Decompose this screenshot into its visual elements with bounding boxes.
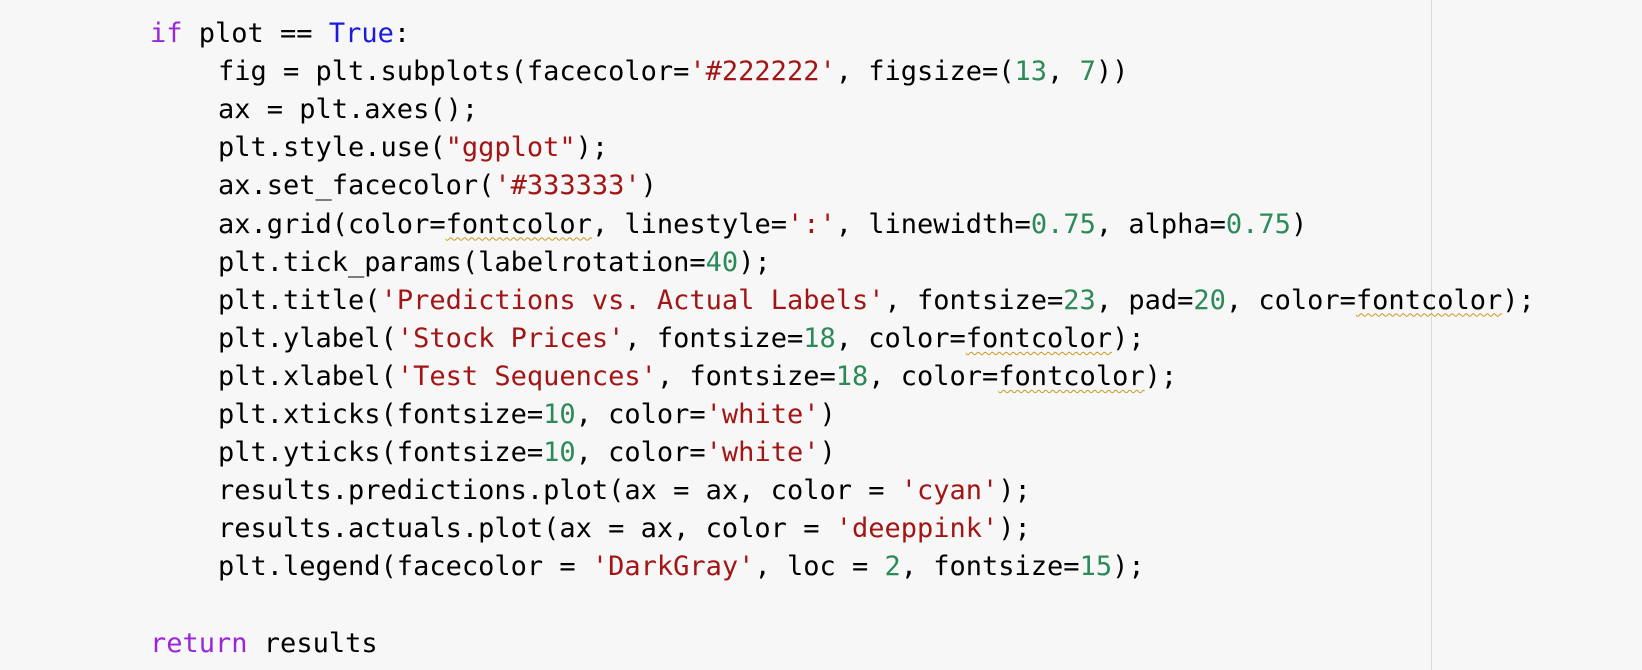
code-token: ax = plt.axes(); [218,94,479,126]
code-token: 'DarkGray' [591,551,755,583]
code-token: "ggplot" [445,132,576,164]
code-token: , fontsize= [884,284,1064,316]
code-token: , linestyle= [591,208,787,240]
code-token: 40 [705,246,739,278]
code-line-9[interactable]: plt.ylabel('Stock Prices', fontsize=18, … [218,320,1145,358]
warning-squiggle-token: fontcolor [965,322,1113,354]
code-token: plt.xlabel( [218,360,397,392]
code-token: ) [819,399,836,430]
code-token: , color= [575,437,706,469]
code-line-17[interactable]: return results [150,625,378,663]
code-token: 'Predictions vs. Actual Labels' [380,284,885,316]
code-token: , fontsize= [900,551,1080,583]
code-token: plt.tick_params(labelrotation= [218,246,706,278]
warning-squiggle-token: fontcolor [1355,284,1503,316]
code-token: , pad= [1095,284,1194,316]
code-token: 0.75 [1030,208,1096,240]
code-token: 0.75 [1225,208,1291,240]
code-token: , alpha= [1095,208,1226,240]
code-token: if [150,18,183,49]
code-token: )) [1095,56,1129,88]
code-token: 7 [1079,56,1096,88]
code-token: , color= [835,322,966,354]
code-token: , color= [575,399,706,430]
code-token: 13 [1014,56,1048,88]
code-token: plot == [182,18,329,49]
code-line-15[interactable]: plt.legend(facecolor = 'DarkGray', loc =… [218,548,1145,586]
code-line-10[interactable]: plt.xlabel('Test Sequences', fontsize=18… [218,358,1177,396]
warning-squiggle-token: fontcolor [998,360,1145,392]
code-token: results [247,627,378,659]
code-line-13[interactable]: results.predictions.plot(ax = ax, color … [218,472,1031,510]
code-token: , loc = [754,551,885,583]
column-ruler [1431,0,1432,670]
code-line-5[interactable]: ax.set_facecolor('#333333') [218,167,657,205]
code-line-12[interactable]: plt.yticks(fontsize=10, color='white') [218,434,836,472]
code-line-11[interactable]: plt.xticks(fontsize=10, color='white') [218,396,836,434]
code-token: , color= [868,360,999,392]
code-token: plt.style.use( [218,132,446,164]
code-token: ); [998,475,1031,507]
code-token: 'cyan' [900,475,999,507]
code-token: plt.xticks(fontsize= [218,399,544,430]
code-token: 15 [1079,551,1113,583]
code-token: , fontsize= [624,322,804,354]
code-token: '#333333' [494,170,641,202]
code-token: : [393,18,411,49]
code-token: results.actuals.plot(ax = ax, color = [218,513,836,545]
code-token: True [328,18,394,49]
code-token: ); [1144,360,1178,392]
code-token: ax.grid(color= [218,208,446,240]
code-token: 10 [543,437,576,469]
code-token: 2 [884,551,901,583]
code-token: ) [819,437,836,469]
code-token: plt.yticks(fontsize= [218,437,544,469]
code-token: 18 [803,322,836,354]
code-editor[interactable]: if plot == True: fig = plt.subplots(facec… [0,0,1642,670]
code-line-7[interactable]: plt.tick_params(labelrotation=40); [218,244,771,282]
code-token: ':' [786,208,836,240]
code-token: 'Test Sequences' [396,360,657,392]
code-token: ) [1290,208,1308,240]
code-line-14[interactable]: results.actuals.plot(ax = ax, color = 'd… [218,510,1031,548]
code-token: , fontsize= [656,360,836,392]
code-token: ); [1112,551,1145,583]
code-token: 'white' [705,399,820,430]
code-token: ); [1502,284,1535,316]
code-line-8[interactable]: plt.title('Predictions vs. Actual Labels… [218,282,1535,320]
warning-squiggle-token: fontcolor [445,208,592,240]
code-token: ) [640,170,657,202]
code-token: fig = plt.subplots(facecolor= [218,56,690,88]
code-token: 18 [835,360,869,392]
code-line-4[interactable]: plt.style.use("ggplot"); [218,129,608,167]
code-token: , figsize=( [835,56,1015,88]
code-token: , color= [1225,284,1356,316]
code-token: 10 [543,399,576,430]
code-token: '#222222' [689,56,836,88]
code-token: ); [1112,322,1145,354]
code-line-2[interactable]: fig = plt.subplots(facecolor='#222222', … [218,53,1128,91]
code-token: return [150,627,248,659]
code-token: plt.title( [218,284,381,316]
code-token: 'Stock Prices' [396,322,625,354]
code-token: ); [738,246,771,278]
code-token: ); [575,132,609,164]
code-token: plt.ylabel( [218,322,397,354]
code-token: , linewidth= [835,208,1031,240]
code-token: 'deeppink' [835,513,999,545]
code-token: , [1047,56,1080,88]
code-line-3[interactable]: ax = plt.axes(); [218,91,478,129]
code-token: ); [998,513,1031,545]
code-line-1[interactable]: if plot == True: [150,15,410,53]
code-token: plt.legend(facecolor = [218,551,592,583]
code-token: results.predictions.plot(ax = ax, color … [218,475,901,507]
code-token: ax.set_facecolor( [218,170,495,202]
code-token: 23 [1063,284,1096,316]
code-token: 20 [1193,284,1226,316]
code-token: 'white' [705,437,820,469]
code-line-6[interactable]: ax.grid(color=fontcolor, linestyle=':', … [218,206,1307,244]
